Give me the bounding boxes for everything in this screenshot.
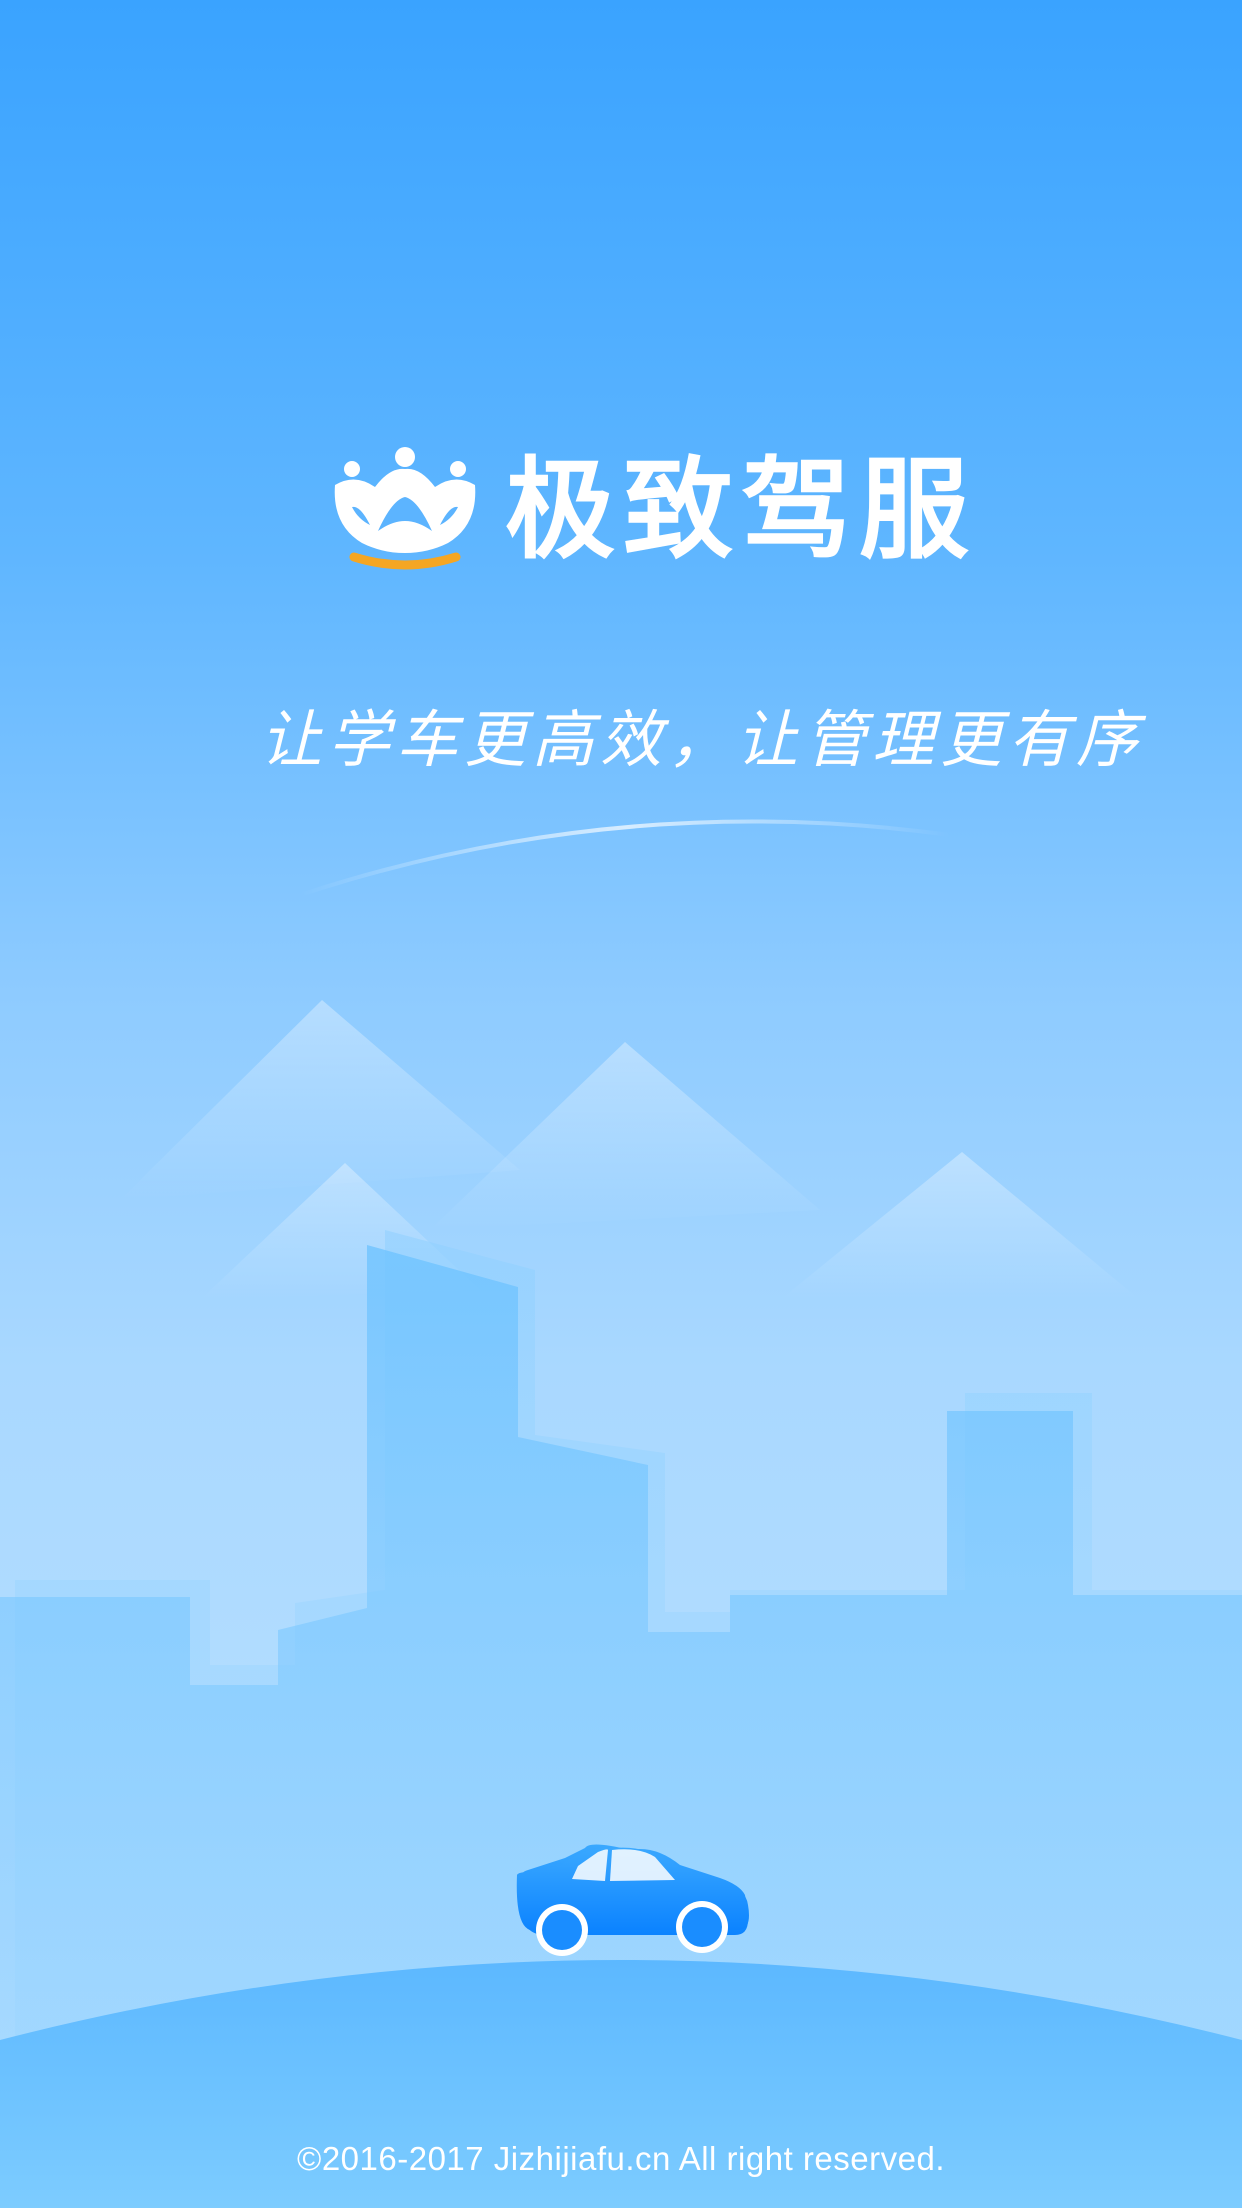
crown-steering-wheel-logo xyxy=(334,447,476,570)
mountain xyxy=(780,1152,1140,1300)
splash-screen: 极致驾服 让学车更高效，让管理更有序 ©2016-2017 Jizhijiafu… xyxy=(0,0,1242,2208)
decorative-arc xyxy=(299,819,951,897)
city-landscape-background xyxy=(0,819,1242,2208)
copyright-text: ©2016-2017 Jizhijiafu.cn All right reser… xyxy=(297,2140,945,2177)
mountain xyxy=(430,1042,820,1230)
slogan: 让学车更高效，让管理更有序 xyxy=(260,703,1145,776)
mountain xyxy=(120,1000,520,1200)
app-name: 极致驾服 xyxy=(505,446,977,574)
